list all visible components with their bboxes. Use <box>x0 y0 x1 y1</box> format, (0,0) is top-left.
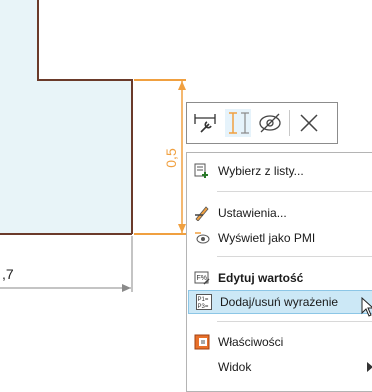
menu-separator <box>217 256 372 257</box>
arrowhead-top <box>178 81 186 90</box>
menu-item-label: Dodaj/usuń wyrażenie <box>220 295 339 309</box>
menu-item-label: Wyświetl jako PMI <box>218 231 316 245</box>
svg-text:P3=: P3= <box>198 304 209 310</box>
menu-item-view[interactable]: Widok <box>187 355 372 379</box>
hide-eye-icon <box>259 113 281 133</box>
part-outline[interactable] <box>0 0 132 234</box>
toolbar-separator <box>289 110 290 136</box>
empty-icon-slot <box>193 358 211 376</box>
vertical-dimension-icon <box>229 112 249 134</box>
vertical-dimension-value[interactable]: 0,5 <box>163 148 179 168</box>
menu-item-label: Właściwości <box>218 335 284 349</box>
menu-separator <box>217 321 372 322</box>
menu-item-label: Edytuj wartość <box>218 271 304 285</box>
list-select-icon <box>193 162 211 180</box>
close-toolbar-button[interactable] <box>296 109 322 137</box>
edit-dimension-button[interactable] <box>193 109 219 137</box>
menu-item-label: Widok <box>218 360 252 374</box>
hide-button[interactable] <box>257 109 283 137</box>
context-menu: Wybierz z listy... Ustawienia... Wyświet… <box>186 152 372 392</box>
menu-item-label: Wybierz z listy... <box>218 164 304 178</box>
menu-item-edit-value[interactable]: F% Edytuj wartość <box>187 266 372 290</box>
pmi-eye-icon <box>193 229 211 247</box>
mouse-cursor-icon <box>361 297 372 317</box>
horizontal-dimension-value[interactable]: ,7 <box>2 266 14 282</box>
menu-item-label: Ustawienia... <box>218 206 287 220</box>
wrench-dimension-icon <box>194 114 216 133</box>
menu-separator <box>217 191 372 192</box>
dimension-mini-toolbar <box>186 102 338 144</box>
menu-item-settings[interactable]: Ustawienia... <box>187 201 372 225</box>
vertical-dimension-button[interactable] <box>225 109 251 137</box>
expression-icon: P1= P3= <box>195 293 213 311</box>
settings-pen-icon <box>193 204 211 222</box>
close-icon <box>300 114 318 132</box>
edit-value-icon: F% <box>193 269 211 287</box>
menu-item-properties[interactable]: Właściwości <box>187 330 372 354</box>
menu-item-display-as-pmi[interactable]: Wyświetl jako PMI <box>187 226 372 250</box>
svg-text:F%: F% <box>197 275 208 282</box>
arrowhead-bottom <box>178 224 186 233</box>
menu-item-add-remove-expression[interactable]: P1= P3= Dodaj/usuń wyrażenie <box>188 290 372 317</box>
svg-text:P1=: P1= <box>198 297 209 303</box>
arrowhead-right <box>122 284 131 292</box>
submenu-arrow-icon <box>367 362 372 372</box>
properties-icon <box>193 333 211 351</box>
menu-item-select-from-list[interactable]: Wybierz z listy... <box>187 159 372 183</box>
